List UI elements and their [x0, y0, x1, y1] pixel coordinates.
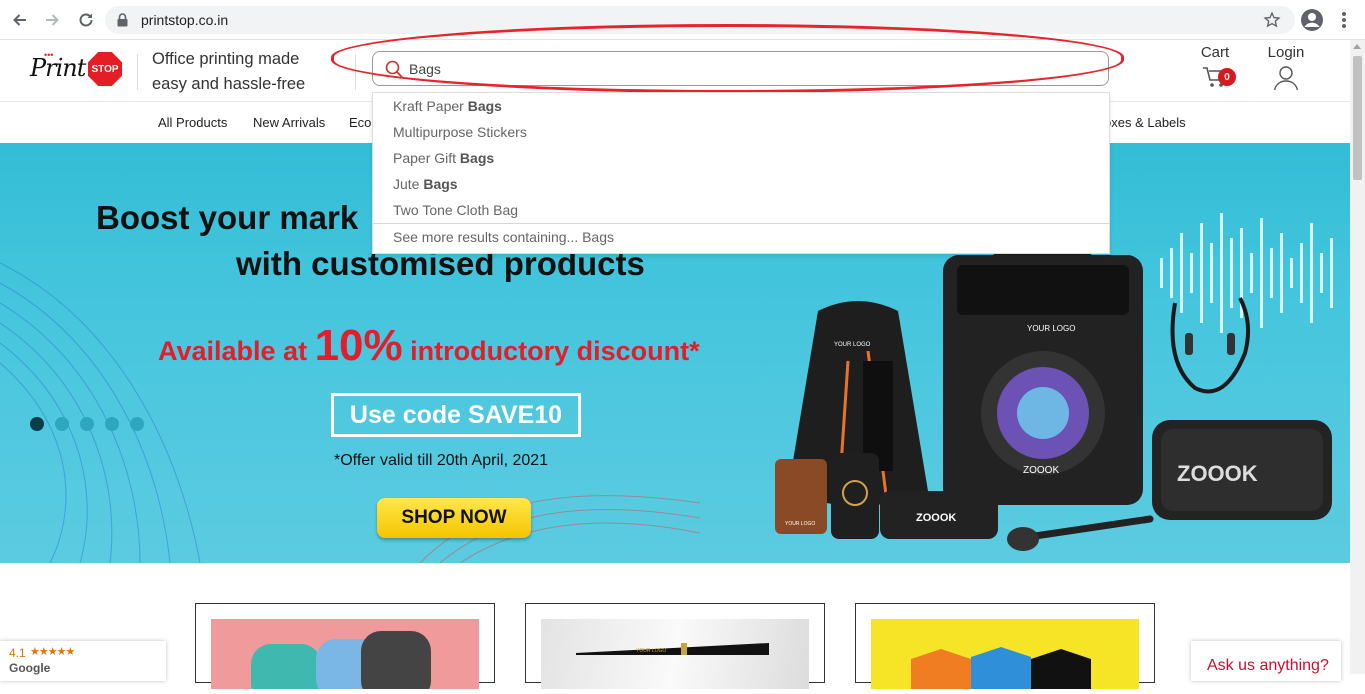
bookmark-star-icon[interactable]: [1263, 11, 1281, 34]
login-label: Login: [1267, 44, 1305, 61]
rating-source: Google: [9, 661, 51, 675]
speaker-brand-text: ZOOOK: [1023, 465, 1059, 476]
search-box[interactable]: [372, 51, 1109, 86]
carousel-dot[interactable]: [80, 417, 94, 431]
logo-text: Print: [30, 54, 86, 82]
carousel-dot[interactable]: [30, 417, 44, 431]
carousel-dot[interactable]: [105, 417, 119, 431]
portable-speaker-brand-text: ZOOOK: [1177, 461, 1258, 486]
nav-eco[interactable]: Eco: [349, 115, 371, 130]
nav-new-arrivals[interactable]: New Arrivals: [253, 115, 325, 130]
search-suggestions: Kraft Paper Bags Multipurpose Stickers P…: [372, 92, 1110, 254]
google-rating-badge[interactable]: 4.1 ★★★★★ Google: [0, 641, 166, 681]
divider: [355, 54, 356, 90]
category-card[interactable]: [195, 603, 495, 694]
scrollbar-thumb[interactable]: [1353, 56, 1362, 180]
suggestion-item[interactable]: Kraft Paper Bags: [393, 98, 502, 114]
back-icon[interactable]: [8, 8, 32, 32]
see-more-results-link[interactable]: See more results containing... Bags: [393, 229, 614, 245]
wallet-logo-text: YOUR LOGO: [785, 521, 815, 527]
tagline-line1: Office printing made: [152, 50, 300, 68]
search-icon: [385, 60, 403, 83]
browser-menu-icon[interactable]: [1336, 8, 1352, 32]
nav-boxes-labels[interactable]: oxes & Labels: [1104, 115, 1186, 130]
cart-label: Cart: [1200, 44, 1230, 61]
offer-validity: *Offer valid till 20th April, 2021: [334, 452, 549, 469]
chat-widget[interactable]: Ask us anything?: [1191, 641, 1341, 681]
url-text: printstop.co.in: [141, 12, 229, 28]
backpack-logo-text: YOUR LOGO: [834, 342, 871, 348]
banner-discount-text: Available at 10% introductory discount*: [158, 321, 700, 370]
scroll-up-icon[interactable]: [1353, 44, 1361, 49]
speaker-logo-text: YOUR LOGO: [1027, 324, 1075, 333]
nav-all-products[interactable]: All Products: [158, 115, 227, 130]
small-speaker-image: ZOOOK: [880, 491, 998, 539]
suggestion-item[interactable]: Multipurpose Stickers: [393, 124, 527, 140]
search-input[interactable]: [407, 57, 1087, 81]
wallet-and-powerbank-image: YOUR LOGO: [775, 453, 879, 539]
microphone-image: [1007, 515, 1154, 551]
address-bar[interactable]: printstop.co.in: [105, 6, 1295, 34]
profile-avatar-icon[interactable]: [1300, 8, 1324, 32]
neckband-earphones-image: [1170, 297, 1251, 394]
cart-count-badge: 0: [1218, 68, 1236, 86]
carousel-dot[interactable]: [130, 417, 144, 431]
cart-button[interactable]: Cart 0: [1190, 44, 1240, 100]
suggestions-divider: [373, 223, 1109, 224]
pen-image: YOUR LOGO: [576, 643, 769, 655]
suggestion-item[interactable]: Jute Bags: [393, 176, 458, 192]
lock-icon: [117, 13, 128, 32]
pen-logo-text: YOUR LOGO: [636, 648, 666, 654]
rating-value: 4.1: [9, 646, 26, 660]
category-card[interactable]: [855, 603, 1155, 694]
promo-code-box: Use code SAVE10: [331, 393, 581, 437]
page-scrollbar[interactable]: [1350, 40, 1365, 674]
printstop-logo[interactable]: ••• Print STOP: [30, 50, 125, 92]
tagline: Office printing made easy and hassle-fre…: [152, 47, 322, 97]
logo-badge: STOP: [88, 52, 122, 86]
suggestion-item[interactable]: Paper Gift Bags: [393, 150, 494, 166]
rating-stars-icon: ★★★★★: [30, 646, 75, 658]
tagline-line2: easy and hassle-free: [152, 75, 306, 93]
small-speaker-brand-text: ZOOOK: [916, 512, 956, 524]
reload-icon[interactable]: [74, 8, 98, 32]
carousel-dot[interactable]: [55, 417, 69, 431]
shop-now-button[interactable]: SHOP NOW: [377, 498, 531, 538]
banner-headline-1: Boost your mark: [96, 199, 359, 236]
login-button[interactable]: Login: [1262, 44, 1310, 100]
backpacks-image: [251, 631, 431, 694]
card-image: YOUR LOGO: [541, 619, 809, 689]
browser-toolbar: printstop.co.in: [0, 0, 1365, 40]
card-image: [211, 619, 479, 694]
divider: [137, 54, 138, 90]
user-icon: [1273, 66, 1299, 91]
portable-speaker-image: ZOOOK: [1152, 420, 1332, 520]
category-card[interactable]: YOUR LOGO: [525, 603, 825, 689]
chat-prompt: Ask us anything?: [1207, 657, 1329, 674]
tshirts-image: [911, 647, 1091, 694]
carousel-dots: [30, 417, 155, 436]
forward-icon[interactable]: [40, 8, 64, 32]
suggestion-item[interactable]: Two Tone Cloth Bag: [393, 202, 518, 218]
card-image: [871, 619, 1139, 694]
